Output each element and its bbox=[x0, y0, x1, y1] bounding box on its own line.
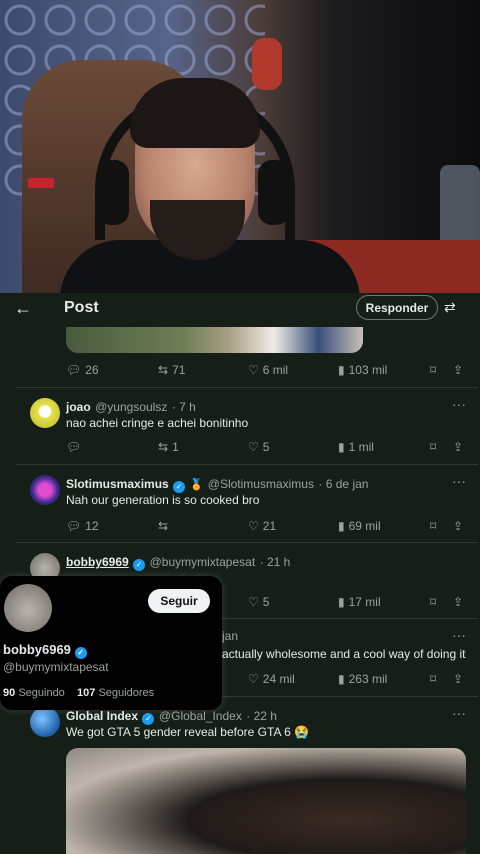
heart-icon: ♡ bbox=[248, 595, 259, 609]
share-icon[interactable]: ⇪ bbox=[453, 440, 463, 454]
tweet-text: actually wholesome and a cool way of doi… bbox=[222, 647, 466, 661]
heart-icon: ♡ bbox=[248, 440, 259, 454]
views-action[interactable]: ▮ 263 mil bbox=[338, 672, 387, 686]
author-name[interactable]: joao bbox=[66, 400, 91, 414]
bookmark-icon[interactable]: ⌑ bbox=[430, 440, 436, 454]
views-action[interactable]: ▮ 1 mil bbox=[338, 440, 374, 454]
timestamp[interactable]: · 21 h bbox=[260, 555, 291, 569]
profile-hover-card: Seguir bobby6969 ✓ @buymymixtapesat 90 S… bbox=[0, 576, 222, 710]
views-icon: ▮ bbox=[338, 440, 345, 454]
post-view: ← Post Responder ⇄ 💬︎ 26 ⇆ 71 ♡ 6 mil ▮ … bbox=[0, 293, 480, 854]
repost-action[interactable]: ⇆ bbox=[158, 519, 168, 533]
back-arrow-icon[interactable]: ← bbox=[14, 298, 34, 319]
timestamp[interactable]: jan bbox=[222, 629, 238, 643]
verified-badge-icon: ✓ bbox=[133, 559, 146, 571]
badge-icon: 🏅 bbox=[189, 479, 204, 491]
repost-icon: ⇆ bbox=[158, 519, 169, 533]
reply-tweet[interactable]: Slotimusmaximus ✓ 🏅 @Slotimusmaximus · 6… bbox=[16, 464, 478, 542]
profile-name[interactable]: bobby6969 bbox=[3, 642, 71, 657]
avatar[interactable] bbox=[4, 584, 52, 632]
headphone-left bbox=[97, 160, 129, 225]
chair-logo bbox=[28, 178, 54, 188]
author-name[interactable]: Slotimusmaximus bbox=[66, 477, 169, 491]
repost-action[interactable]: ⇆ 71 bbox=[158, 363, 185, 377]
views-icon: ▮ bbox=[338, 672, 345, 686]
comment-icon: 💬︎ bbox=[66, 440, 82, 454]
share-icon[interactable]: ⇪ bbox=[453, 363, 463, 377]
tweet-text: nao achei cringe e achei bonitinho bbox=[66, 416, 249, 430]
repost-icon: ⇆ bbox=[158, 440, 169, 454]
share-icon[interactable]: ⇪ bbox=[453, 595, 463, 609]
views-action[interactable]: ▮ 103 mil bbox=[338, 363, 387, 377]
top-bar: ← Post Responder ⇄ bbox=[0, 293, 480, 323]
avatar[interactable] bbox=[30, 707, 60, 737]
bookmark-icon[interactable]: ⌑ bbox=[430, 363, 436, 377]
like-action[interactable]: ♡ 5 bbox=[248, 440, 269, 454]
verified-badge-icon: ✓ bbox=[173, 481, 186, 493]
like-action[interactable]: ♡ 24 mil bbox=[248, 672, 295, 686]
author-name[interactable]: bobby6969 bbox=[66, 555, 129, 569]
timestamp[interactable]: · 22 h bbox=[246, 709, 277, 723]
follow-button[interactable]: Seguir bbox=[148, 589, 210, 613]
timestamp[interactable]: · 7 h bbox=[172, 400, 196, 414]
views-action[interactable]: ▮ 69 mil bbox=[338, 519, 381, 533]
repost-icon: ⇆ bbox=[158, 363, 169, 377]
reply-action[interactable]: 💬︎ 26 bbox=[66, 363, 99, 377]
more-options-icon[interactable]: ··· bbox=[452, 473, 466, 489]
avatar[interactable] bbox=[30, 475, 60, 505]
comment-icon: 💬︎ bbox=[66, 363, 82, 377]
more-options-icon[interactable]: ··· bbox=[452, 627, 466, 643]
share-icon[interactable]: ⇪ bbox=[453, 519, 463, 533]
views-icon: ▮ bbox=[338, 595, 345, 609]
post-media[interactable] bbox=[66, 327, 363, 353]
tweet-text: Nah our generation is so cooked bro bbox=[66, 493, 260, 507]
following-link[interactable]: 90 Seguindo bbox=[3, 687, 65, 699]
headphone-right bbox=[258, 160, 290, 225]
more-options-icon[interactable]: ··· bbox=[452, 705, 466, 721]
more-options-icon[interactable]: ··· bbox=[452, 396, 466, 412]
views-icon: ▮ bbox=[338, 363, 345, 377]
heart-icon: ♡ bbox=[248, 363, 259, 377]
share-icon[interactable]: ⇪ bbox=[453, 672, 463, 686]
bookmark-icon[interactable]: ⌑ bbox=[430, 595, 436, 609]
like-action[interactable]: ♡ 6 mil bbox=[248, 363, 288, 377]
reply-action[interactable]: 💬︎ 12 bbox=[66, 519, 99, 533]
reply-button[interactable]: Responder bbox=[356, 295, 438, 320]
profile-stats: 90 Seguindo 107 Seguidores bbox=[3, 687, 154, 699]
author-name[interactable]: Global Index bbox=[66, 709, 138, 723]
tweet-image[interactable] bbox=[66, 748, 466, 854]
heart-icon: ♡ bbox=[248, 519, 259, 533]
filter-icon[interactable]: ⇄ bbox=[444, 299, 456, 316]
verified-badge-icon: ✓ bbox=[74, 647, 87, 659]
webcam-overlay bbox=[0, 0, 480, 293]
comment-icon: 💬︎ bbox=[66, 519, 82, 533]
like-action[interactable]: ♡ 5 bbox=[248, 595, 269, 609]
reply-tweet[interactable]: joao @yungsoulsz · 7 h ··· nao achei cri… bbox=[16, 387, 478, 464]
followers-link[interactable]: 107 Seguidores bbox=[77, 687, 154, 699]
profile-handle[interactable]: @buymymixtapesat bbox=[3, 660, 109, 674]
heart-icon: ♡ bbox=[248, 672, 259, 686]
like-action[interactable]: ♡ 21 bbox=[248, 519, 276, 533]
author-handle[interactable]: @Slotimusmaximus bbox=[208, 477, 314, 491]
avatar[interactable] bbox=[30, 398, 60, 428]
reply-action[interactable]: 💬︎ bbox=[66, 440, 81, 454]
tweet-text: We got GTA 5 gender reveal before GTA 6 … bbox=[66, 725, 310, 739]
bookmark-icon[interactable]: ⌑ bbox=[430, 519, 436, 533]
author-handle[interactable]: @buymymixtapesat bbox=[150, 555, 256, 569]
toy-figure bbox=[252, 38, 282, 90]
verified-badge-icon: ✓ bbox=[142, 713, 155, 725]
timestamp[interactable]: · 6 de jan bbox=[318, 477, 368, 491]
views-action[interactable]: ▮ 17 mil bbox=[338, 595, 381, 609]
author-handle[interactable]: @yungsoulsz bbox=[95, 400, 167, 414]
repost-action[interactable]: ⇆ 1 bbox=[158, 440, 179, 454]
author-handle[interactable]: @Global_Index bbox=[159, 709, 242, 723]
bookmark-icon[interactable]: ⌑ bbox=[430, 672, 436, 686]
page-title: Post bbox=[64, 299, 99, 316]
views-icon: ▮ bbox=[338, 519, 345, 533]
